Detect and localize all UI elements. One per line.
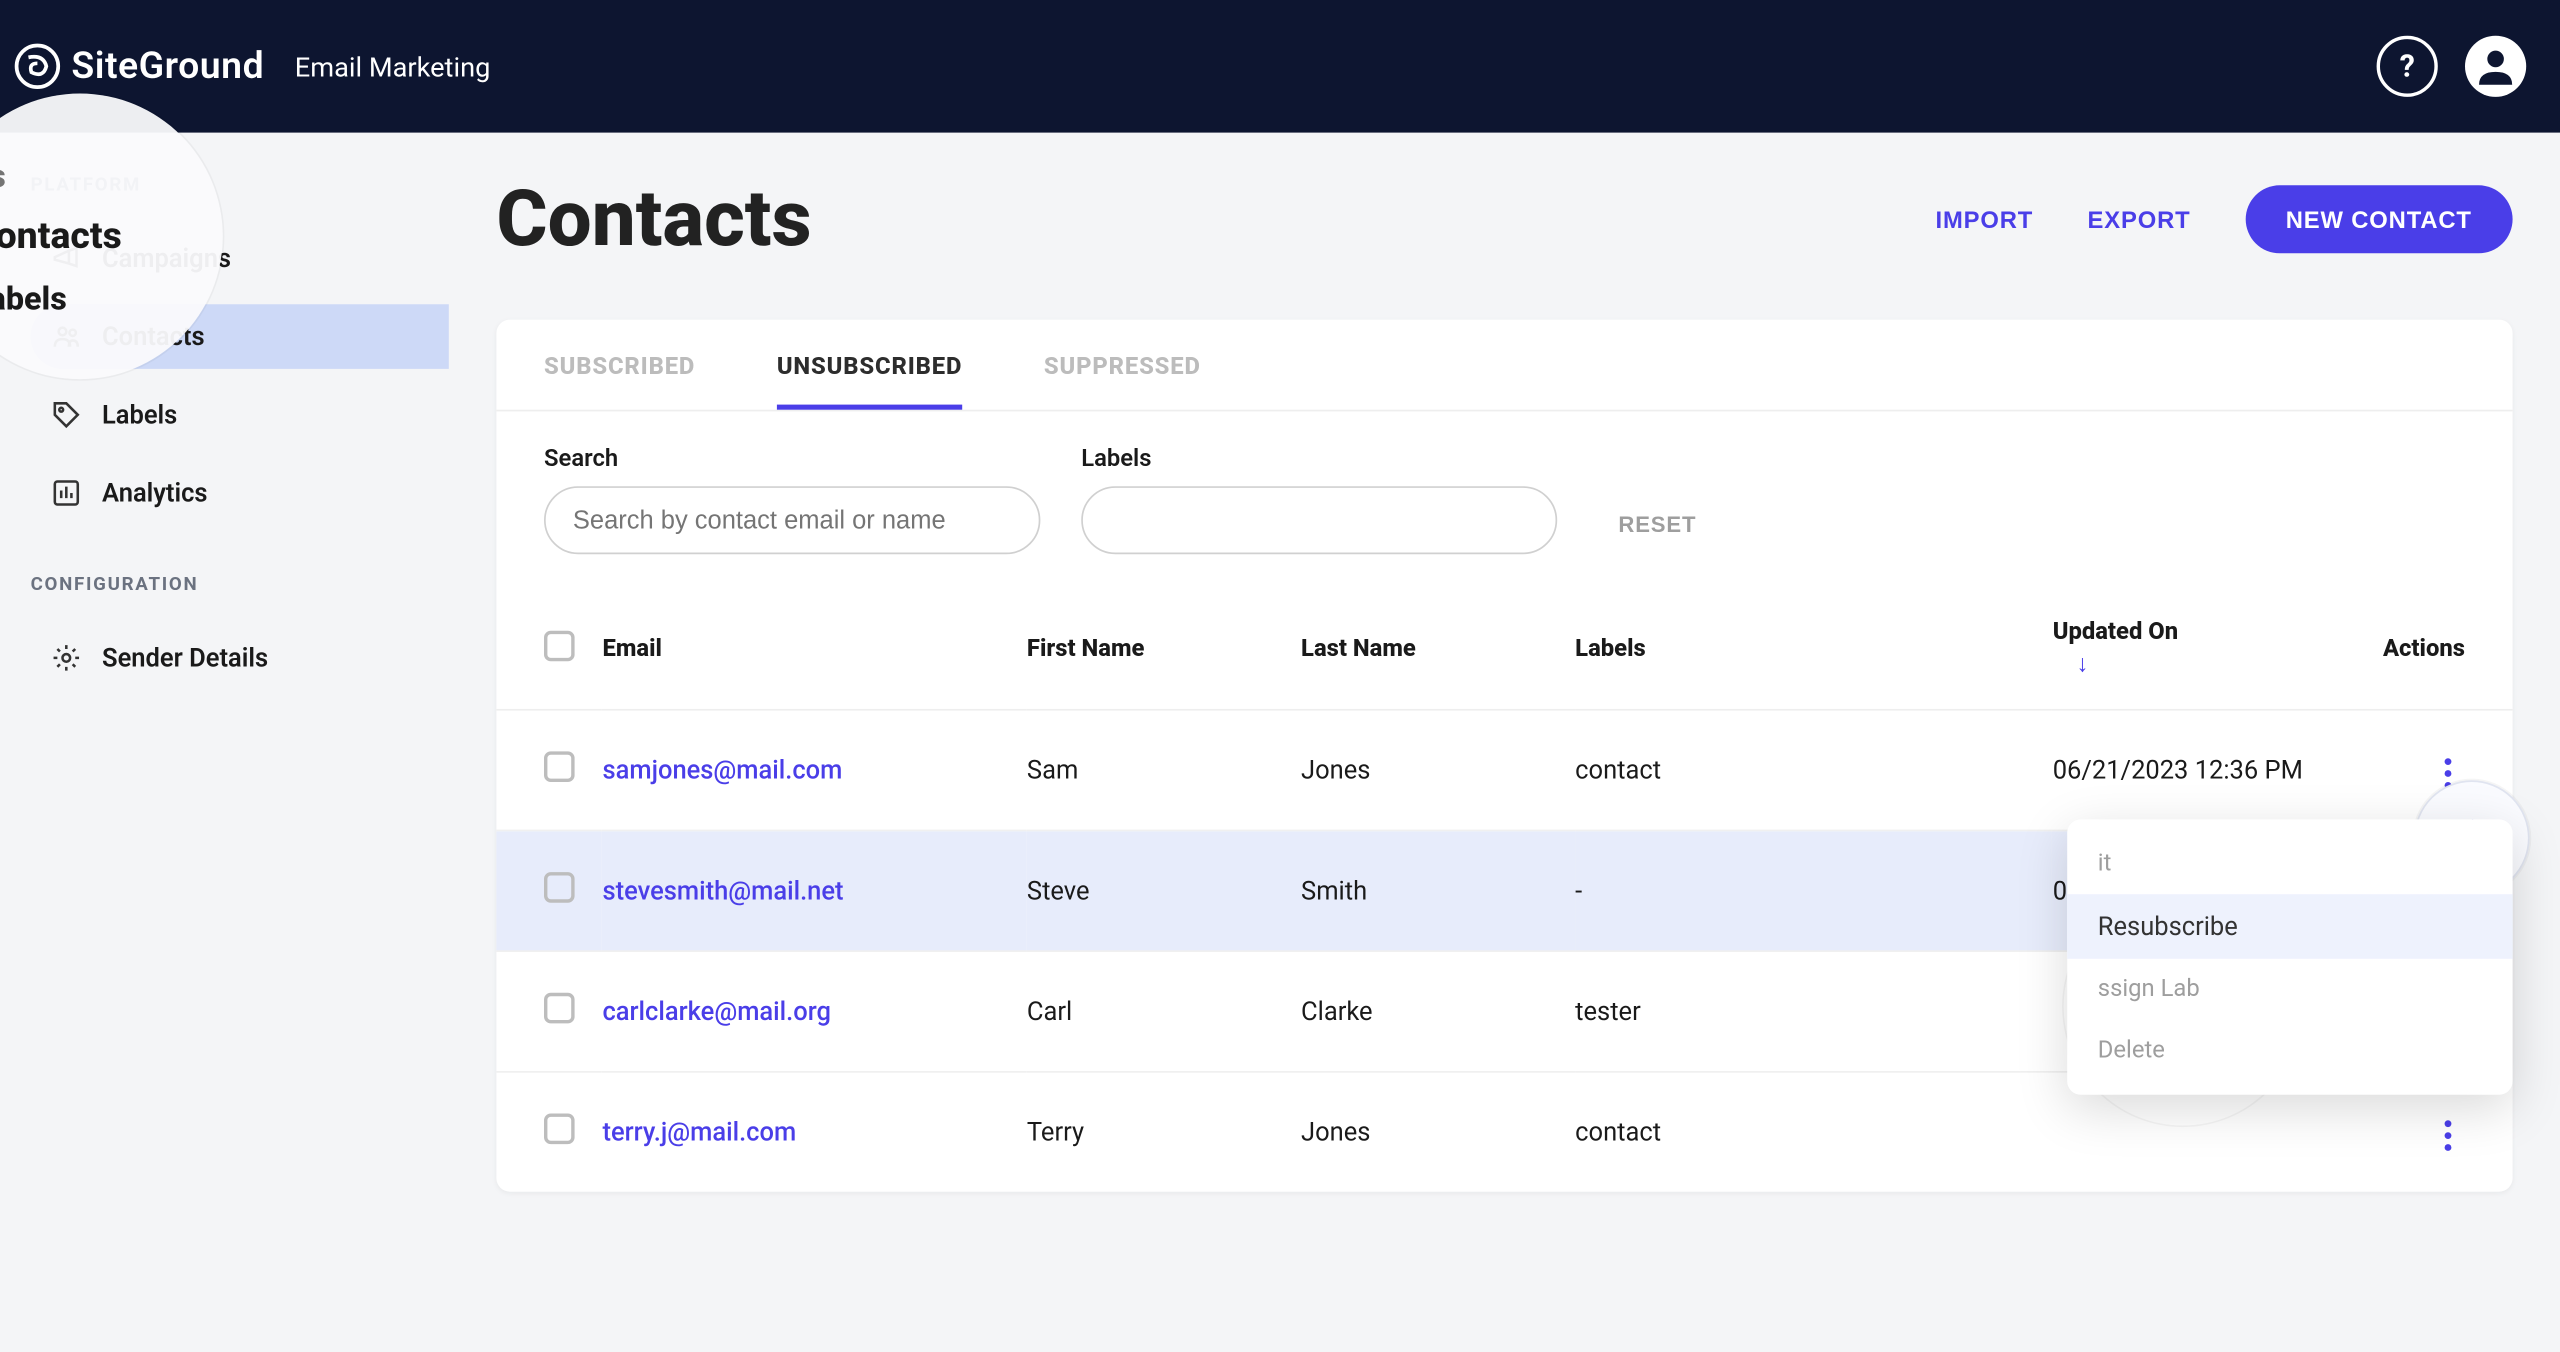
help-icon[interactable]: ? bbox=[2377, 36, 2438, 97]
sidebar-item-campaigns[interactable]: Campaigns bbox=[31, 226, 449, 291]
sidebar-item-labels[interactable]: Labels bbox=[31, 383, 449, 448]
sidebar-item-analytics[interactable]: Analytics bbox=[31, 461, 449, 526]
sidebar-label: Sender Details bbox=[102, 643, 268, 674]
table-row: samjones@mail.com Sam Jones contact 06/2… bbox=[496, 710, 2512, 831]
page-title: Contacts bbox=[496, 173, 811, 265]
brand-text: SiteGround bbox=[71, 45, 264, 88]
row-actions-kebab[interactable] bbox=[2431, 748, 2465, 799]
sidebar-section-config: CONFIGURATION bbox=[31, 573, 449, 595]
menu-item-delete[interactable]: Delete bbox=[2067, 1020, 2512, 1081]
sidebar-item-sender-details[interactable]: Sender Details bbox=[31, 626, 449, 691]
cell-lname: Clarke bbox=[1301, 951, 1575, 1072]
app-name: Email Marketing bbox=[295, 50, 491, 82]
row-checkbox[interactable] bbox=[544, 993, 575, 1024]
avatar[interactable] bbox=[2465, 36, 2526, 97]
col-fname[interactable]: First Name bbox=[1027, 588, 1301, 710]
tabs: SUBSCRIBED UNSUBSCRIBED SUPPRESSED bbox=[496, 320, 2512, 412]
row-actions-menu: it Resubscribe ssign Lab Delete bbox=[2067, 819, 2512, 1094]
cell-lname: Jones bbox=[1301, 1072, 1575, 1192]
tab-subscribed[interactable]: SUBSCRIBED bbox=[544, 354, 695, 410]
row-checkbox[interactable] bbox=[544, 751, 575, 782]
cell-fname: Terry bbox=[1027, 1072, 1301, 1192]
reset-button[interactable]: RESET bbox=[1598, 495, 1717, 555]
menu-item-resubscribe[interactable]: Resubscribe bbox=[2067, 894, 2512, 959]
sidebar: PLATFORM Campaigns Contacts Labels Analy… bbox=[0, 133, 449, 1352]
sidebar-item-contacts[interactable]: Contacts bbox=[31, 304, 449, 369]
new-contact-button[interactable]: NEW CONTACT bbox=[2245, 185, 2513, 253]
row-checkbox[interactable] bbox=[544, 1114, 575, 1145]
col-updated[interactable]: Updated On ↓ bbox=[2053, 588, 2371, 710]
col-labels[interactable]: Labels bbox=[1575, 588, 2053, 710]
sidebar-section-platform: PLATFORM bbox=[31, 173, 449, 195]
email-link[interactable]: stevesmith@mail.net bbox=[602, 876, 843, 907]
tag-icon bbox=[51, 400, 82, 431]
labels-input[interactable] bbox=[1081, 486, 1557, 554]
megaphone-icon bbox=[51, 243, 82, 274]
sidebar-label: Analytics bbox=[102, 478, 208, 509]
search-input[interactable] bbox=[544, 486, 1040, 554]
gear-icon bbox=[51, 643, 82, 674]
cell-fname: Sam bbox=[1027, 710, 1301, 831]
email-link[interactable]: samjones@mail.com bbox=[602, 755, 842, 786]
tab-suppressed[interactable]: SUPPRESSED bbox=[1044, 354, 1201, 410]
cell-labels: - bbox=[1575, 830, 2053, 951]
labels-label: Labels bbox=[1081, 445, 1557, 472]
col-actions: Actions bbox=[2371, 588, 2513, 710]
sidebar-label: Campaigns bbox=[102, 243, 231, 274]
search-label: Search bbox=[544, 445, 1040, 472]
user-icon bbox=[2474, 44, 2518, 88]
chart-icon bbox=[51, 478, 82, 509]
tab-unsubscribed[interactable]: UNSUBSCRIBED bbox=[777, 354, 962, 410]
row-actions-kebab[interactable] bbox=[2431, 1110, 2465, 1161]
cell-labels: contact bbox=[1575, 710, 2053, 831]
logo[interactable]: SiteGround bbox=[14, 43, 265, 91]
main: Contacts IMPORT EXPORT NEW CONTACT SUBSC… bbox=[449, 133, 2560, 1352]
menu-item-edit-partial[interactable]: it bbox=[2067, 833, 2512, 894]
select-all-checkbox[interactable] bbox=[544, 630, 575, 661]
sort-arrow-icon: ↓ bbox=[2076, 649, 2088, 678]
sidebar-label: Labels bbox=[102, 400, 177, 431]
row-checkbox[interactable] bbox=[544, 872, 575, 903]
import-button[interactable]: IMPORT bbox=[1935, 206, 2033, 233]
cell-labels: tester bbox=[1575, 951, 2053, 1072]
email-link[interactable]: carlclarke@mail.org bbox=[602, 996, 830, 1027]
logo-mark-icon bbox=[14, 43, 62, 91]
header: SiteGround Email Marketing ? bbox=[0, 0, 2560, 133]
cell-fname: Steve bbox=[1027, 830, 1301, 951]
menu-item-assign-labels-partial[interactable]: ssign Lab bbox=[2067, 959, 2512, 1020]
cell-fname: Carl bbox=[1027, 951, 1301, 1072]
col-lname[interactable]: Last Name bbox=[1301, 588, 1575, 710]
users-icon bbox=[51, 321, 82, 352]
table-header-row: Email First Name Last Name Labels Update… bbox=[496, 588, 2512, 710]
cell-lname: Jones bbox=[1301, 710, 1575, 831]
col-email[interactable]: Email bbox=[602, 588, 1026, 710]
cell-lname: Smith bbox=[1301, 830, 1575, 951]
email-link[interactable]: terry.j@mail.com bbox=[602, 1117, 796, 1148]
export-button[interactable]: EXPORT bbox=[2088, 206, 2191, 233]
cell-labels: contact bbox=[1575, 1072, 2053, 1192]
cell-updated: 06/21/2023 12:36 PM bbox=[2053, 710, 2371, 831]
sidebar-label: Contacts bbox=[102, 321, 205, 352]
